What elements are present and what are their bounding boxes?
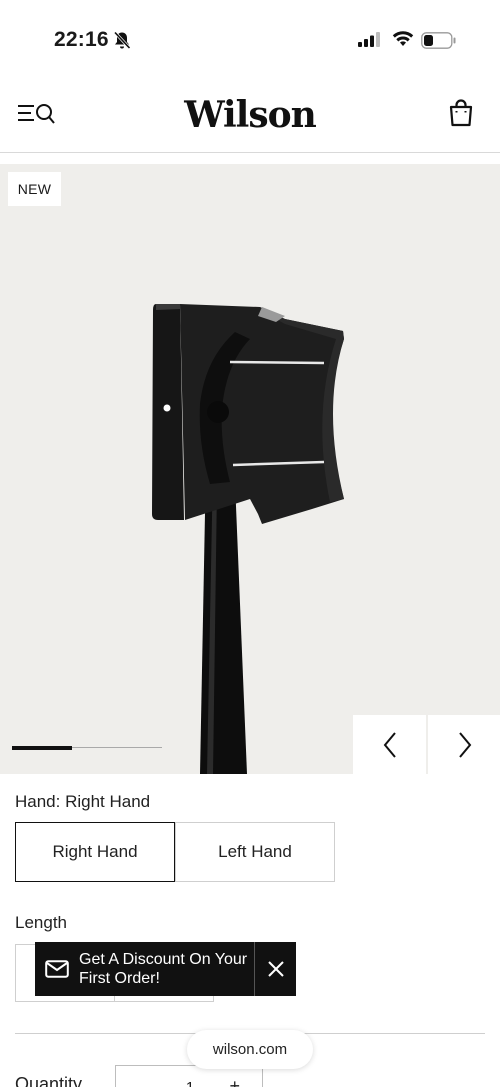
wifi-icon (392, 31, 414, 46)
length-label: Length (15, 913, 67, 932)
battery-icon (421, 32, 456, 49)
chevron-left-icon (383, 731, 396, 758)
discount-popup-text[interactable]: Get A Discount On Your First Order! (79, 950, 253, 988)
new-badge: NEW (8, 172, 61, 206)
close-icon (267, 961, 284, 977)
hand-option-left[interactable]: Left Hand (175, 822, 335, 882)
product-page: 22:16 Wilson NEW Hand: Right Hand Right … (0, 0, 500, 1087)
bell-muted-icon (113, 31, 131, 50)
previous-slide-button[interactable] (353, 715, 426, 774)
site-header: Wilson (0, 80, 500, 153)
cellular-signal-icon (358, 32, 380, 47)
next-slide-button[interactable] (428, 715, 500, 774)
status-time: 22:16 (54, 28, 109, 51)
chevron-right-icon (458, 731, 471, 758)
close-popup-button[interactable] (254, 942, 296, 996)
hand-option-right[interactable]: Right Hand (15, 822, 175, 882)
wilson-logo[interactable]: Wilson (0, 94, 500, 136)
hand-label: Hand: Right Hand (15, 792, 151, 811)
browser-url-pill[interactable]: wilson.com (187, 1030, 313, 1069)
golf-putter-image (152, 304, 344, 774)
slide-progress-fill (12, 746, 72, 750)
quantity-label: Quantity (15, 1074, 83, 1087)
shopping-bag-icon[interactable] (448, 99, 474, 127)
quantity-plus-button[interactable]: + (229, 1076, 240, 1087)
product-gallery[interactable]: NEW (0, 164, 500, 774)
quantity-value: 1 (116, 1079, 264, 1087)
envelope-icon (35, 942, 79, 996)
status-bar: 22:16 (0, 0, 500, 80)
discount-popup[interactable]: Get A Discount On Your First Order! (35, 942, 296, 996)
